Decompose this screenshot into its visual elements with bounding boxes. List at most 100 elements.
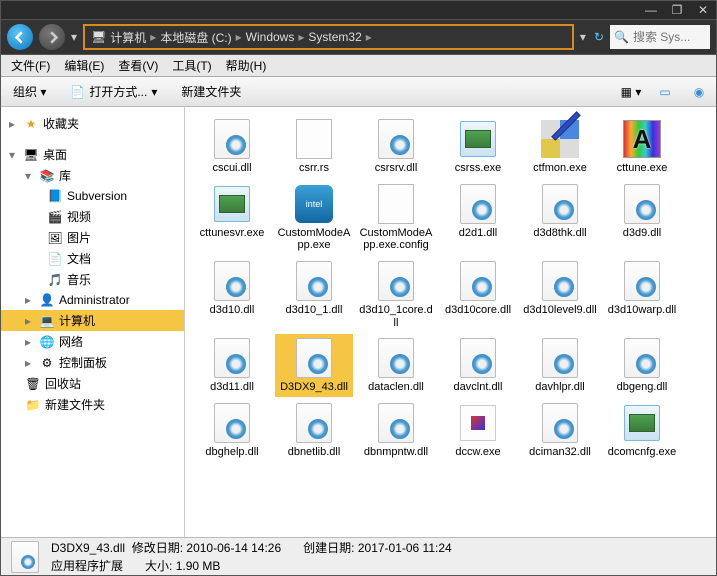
file-item[interactable]: d2d1.dll xyxy=(439,180,517,255)
breadcrumb-dropdown[interactable]: ▾ xyxy=(580,30,586,44)
menu-view[interactable]: 查看(V) xyxy=(112,55,164,76)
status-size-label: 大小: xyxy=(145,559,172,573)
file-item[interactable]: davclnt.dll xyxy=(439,334,517,397)
tree-favorites[interactable]: ▸★ 收藏夹 xyxy=(1,113,184,134)
file-item[interactable]: Acttune.exe xyxy=(603,115,681,178)
tree-lib-item[interactable]: 🎵音乐 xyxy=(1,269,184,290)
file-item[interactable]: dbnetlib.dll xyxy=(275,399,353,462)
tree-lib-item[interactable]: 📄文档 xyxy=(1,248,184,269)
file-icon xyxy=(211,402,253,444)
file-icon: intel xyxy=(293,183,335,225)
openwith-button[interactable]: 📄 打开方式... ▾ xyxy=(64,81,163,102)
file-label: d3d10core.dll xyxy=(445,304,511,317)
tree-recycle-bin[interactable]: 🗑回收站 xyxy=(1,373,184,394)
file-icon xyxy=(293,118,335,160)
file-icon xyxy=(375,260,417,302)
file-item[interactable]: dcomcnfg.exe xyxy=(603,399,681,462)
file-item[interactable]: intelCustomModeApp.exe xyxy=(275,180,353,255)
tree-desktop[interactable]: ▾🖥 桌面 xyxy=(1,144,184,165)
search-input[interactable] xyxy=(633,30,706,44)
file-item[interactable]: dbnmpntw.dll xyxy=(357,399,435,462)
breadcrumb-item[interactable]: Windows xyxy=(246,30,295,44)
tree-network[interactable]: ▸🌐网络 xyxy=(1,331,184,352)
status-create-label: 创建日期: xyxy=(303,541,354,555)
file-icon xyxy=(621,260,663,302)
file-icon xyxy=(211,183,253,225)
file-item[interactable]: d3d8thk.dll xyxy=(521,180,599,255)
file-item[interactable]: csrss.exe xyxy=(439,115,517,178)
network-icon: 🌐 xyxy=(39,334,55,350)
file-item[interactable]: d3d9.dll xyxy=(603,180,681,255)
file-label: davhlpr.dll xyxy=(535,381,585,394)
tree-lib-item[interactable]: 📘Subversion xyxy=(1,186,184,206)
file-item[interactable]: dataclen.dll xyxy=(357,334,435,397)
tree-label: 收藏夹 xyxy=(43,115,79,132)
maximize-button[interactable]: ❐ xyxy=(670,4,684,16)
menu-tools[interactable]: 工具(T) xyxy=(166,55,217,76)
file-item[interactable]: cscui.dll xyxy=(193,115,271,178)
file-icon xyxy=(211,118,253,160)
status-size-value: 1.90 MB xyxy=(176,559,221,573)
forward-button[interactable] xyxy=(39,24,65,50)
tree-lib-item[interactable]: 🖼图片 xyxy=(1,227,184,248)
file-label: d3d10level9.dll xyxy=(523,304,596,317)
file-label: dccw.exe xyxy=(455,446,500,459)
help-button[interactable]: ◉ xyxy=(688,81,710,103)
file-item[interactable]: CustomModeApp.exe.config xyxy=(357,180,435,255)
file-item[interactable]: dciman32.dll xyxy=(521,399,599,462)
newfolder-button[interactable]: 新建文件夹 xyxy=(175,81,247,102)
breadcrumb-item[interactable]: System32 xyxy=(308,30,361,44)
file-item[interactable]: dccw.exe xyxy=(439,399,517,462)
preview-pane-button[interactable]: ▭ xyxy=(654,81,676,103)
file-icon xyxy=(375,118,417,160)
file-item[interactable]: cttunesvr.exe xyxy=(193,180,271,255)
file-icon xyxy=(539,260,581,302)
file-item[interactable]: d3d10_1core.dll xyxy=(357,257,435,332)
tree-computer[interactable]: ▸💻计算机 xyxy=(1,310,184,331)
back-button[interactable] xyxy=(7,24,33,50)
menu-help[interactable]: 帮助(H) xyxy=(220,55,273,76)
file-item[interactable]: dbgeng.dll xyxy=(603,334,681,397)
tree-lib-item[interactable]: 🎬视频 xyxy=(1,206,184,227)
status-filename: D3DX9_43.dll xyxy=(51,541,125,555)
video-icon: 🎬 xyxy=(47,209,63,225)
file-label: CustomModeApp.exe xyxy=(277,227,351,252)
file-item[interactable]: d3d10level9.dll xyxy=(521,257,599,332)
file-label: cttune.exe xyxy=(617,162,668,175)
file-item[interactable]: csrr.rs xyxy=(275,115,353,178)
file-item[interactable]: d3d10.dll xyxy=(193,257,271,332)
library-icon: 📚 xyxy=(39,168,55,184)
file-item[interactable]: dbghelp.dll xyxy=(193,399,271,462)
tree-new-folder[interactable]: 📁新建文件夹 xyxy=(1,394,184,415)
file-grid[interactable]: cscui.dllcsrr.rscsrsrv.dllcsrss.exectfmo… xyxy=(185,107,716,537)
close-button[interactable]: ✕ xyxy=(696,4,710,16)
breadcrumb[interactable]: 🖥 计算机▸ 本地磁盘 (C:)▸ Windows▸ System32▸ xyxy=(83,24,574,50)
menu-edit[interactable]: 编辑(E) xyxy=(58,55,110,76)
menu-file[interactable]: 文件(F) xyxy=(5,55,56,76)
tree-label: 音乐 xyxy=(67,271,91,288)
tree-label: Subversion xyxy=(67,189,127,203)
tree-control-panel[interactable]: ▸⚙控制面板 xyxy=(1,352,184,373)
file-icon xyxy=(457,402,499,444)
file-item[interactable]: d3d10core.dll xyxy=(439,257,517,332)
tree-administrator[interactable]: ▸👤Administrator xyxy=(1,290,184,310)
file-item[interactable]: d3d11.dll xyxy=(193,334,271,397)
file-item[interactable]: ctfmon.exe xyxy=(521,115,599,178)
file-item[interactable]: davhlpr.dll xyxy=(521,334,599,397)
refresh-button[interactable]: ↻ xyxy=(594,30,604,44)
view-mode-button[interactable]: ▦ ▾ xyxy=(620,81,642,103)
organize-button[interactable]: 组织 ▾ xyxy=(7,81,52,102)
file-item[interactable]: d3d10_1.dll xyxy=(275,257,353,332)
tree-label: 新建文件夹 xyxy=(45,396,105,413)
breadcrumb-item[interactable]: 计算机 xyxy=(110,29,146,46)
file-item[interactable]: D3DX9_43.dll xyxy=(275,334,353,397)
file-item[interactable]: d3d10warp.dll xyxy=(603,257,681,332)
status-mod-value: 2010-06-14 14:26 xyxy=(186,541,281,555)
history-dropdown[interactable]: ▾ xyxy=(71,30,77,44)
search-box[interactable]: 🔍 xyxy=(610,25,710,49)
file-icon xyxy=(539,183,581,225)
tree-libraries[interactable]: ▾📚 库 xyxy=(1,165,184,186)
minimize-button[interactable]: — xyxy=(644,4,658,16)
file-item[interactable]: csrsrv.dll xyxy=(357,115,435,178)
breadcrumb-item[interactable]: 本地磁盘 (C:) xyxy=(160,29,231,46)
